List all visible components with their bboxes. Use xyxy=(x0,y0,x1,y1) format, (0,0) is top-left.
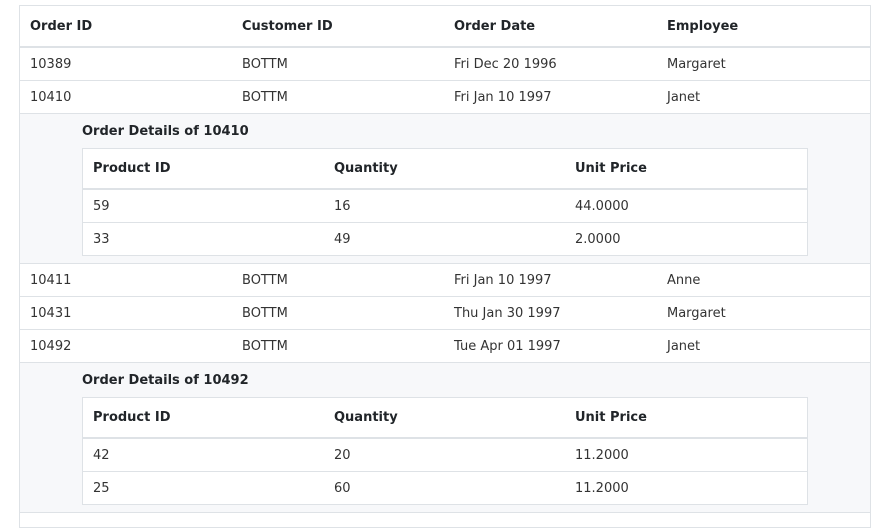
product-id-cell: 59 xyxy=(93,198,110,214)
order-detail-row: Order Details of 10492 Product ID Quanti… xyxy=(20,363,870,513)
employee-cell: Anne xyxy=(667,272,701,288)
orders-grid: Order ID Customer ID Order Date Employee… xyxy=(19,5,871,528)
header-quantity[interactable]: Quantity xyxy=(324,161,565,176)
header-product-id[interactable]: Product ID xyxy=(83,410,324,425)
detail-title: Order Details of 10492 xyxy=(82,373,249,388)
order-id-cell: 10389 xyxy=(30,56,72,72)
unit-price-cell: 44.0000 xyxy=(575,198,629,214)
header-employee[interactable]: Employee xyxy=(657,19,868,34)
order-date-cell: Fri Jan 10 1997 xyxy=(454,89,552,105)
header-product-id[interactable]: Product ID xyxy=(83,161,324,176)
order-date-cell: Tue Apr 01 1997 xyxy=(454,338,561,354)
product-id-cell: 25 xyxy=(93,480,110,496)
header-customer-id[interactable]: Customer ID xyxy=(232,19,444,34)
customer-id-cell: BOTTM xyxy=(242,89,288,105)
table-row[interactable]: 10431 BOTTM Thu Jan 30 1997 Margaret xyxy=(20,297,870,330)
detail-row[interactable]: 25 60 11.2000 xyxy=(83,472,807,505)
table-row[interactable]: 10389 BOTTM Fri Dec 20 1996 Margaret xyxy=(20,48,870,81)
employee-cell: Janet xyxy=(667,338,701,354)
order-date-cell: Thu Jan 30 1997 xyxy=(454,305,561,321)
customer-id-cell: BOTTM xyxy=(242,305,288,321)
detail-title: Order Details of 10410 xyxy=(82,124,249,139)
order-id-cell: 10410 xyxy=(30,89,72,105)
table-row[interactable]: 10411 BOTTM Fri Jan 10 1997 Anne xyxy=(20,264,870,297)
order-date-cell: Fri Dec 20 1996 xyxy=(454,56,557,72)
header-unit-price[interactable]: Unit Price xyxy=(565,161,805,176)
customer-id-cell: BOTTM xyxy=(242,272,288,288)
detail-row[interactable]: 42 20 11.2000 xyxy=(83,439,807,472)
customer-id-cell: BOTTM xyxy=(242,338,288,354)
table-row[interactable]: 10492 BOTTM Tue Apr 01 1997 Janet xyxy=(20,330,870,363)
detail-table: Product ID Quantity Unit Price 59 16 44.… xyxy=(82,148,808,256)
detail-table: Product ID Quantity Unit Price 42 20 11.… xyxy=(82,397,808,505)
quantity-cell: 60 xyxy=(334,480,351,496)
order-id-cell: 10431 xyxy=(30,305,72,321)
employee-cell: Margaret xyxy=(667,56,726,72)
quantity-cell: 16 xyxy=(334,198,351,214)
order-date-cell: Fri Jan 10 1997 xyxy=(454,272,552,288)
unit-price-cell: 11.2000 xyxy=(575,480,629,496)
quantity-cell: 49 xyxy=(334,231,351,247)
detail-row[interactable]: 33 49 2.0000 xyxy=(83,223,807,256)
table-row[interactable]: 10410 BOTTM Fri Jan 10 1997 Janet xyxy=(20,81,870,114)
employee-cell: Janet xyxy=(667,89,701,105)
quantity-cell: 20 xyxy=(334,447,351,463)
detail-header-row: Product ID Quantity Unit Price xyxy=(83,398,807,439)
table-row-partial xyxy=(20,513,870,528)
detail-row[interactable]: 59 16 44.0000 xyxy=(83,190,807,223)
order-detail-row: Order Details of 10410 Product ID Quanti… xyxy=(20,114,870,264)
product-id-cell: 33 xyxy=(93,231,110,247)
unit-price-cell: 11.2000 xyxy=(575,447,629,463)
order-id-cell: 10492 xyxy=(30,338,72,354)
product-id-cell: 42 xyxy=(93,447,110,463)
detail-header-row: Product ID Quantity Unit Price xyxy=(83,149,807,190)
header-quantity[interactable]: Quantity xyxy=(324,410,565,425)
employee-cell: Margaret xyxy=(667,305,726,321)
customer-id-cell: BOTTM xyxy=(242,56,288,72)
unit-price-cell: 2.0000 xyxy=(575,231,621,247)
header-order-id[interactable]: Order ID xyxy=(20,19,232,34)
order-id-cell: 10411 xyxy=(30,272,72,288)
header-order-date[interactable]: Order Date xyxy=(444,19,657,34)
header-unit-price[interactable]: Unit Price xyxy=(565,410,805,425)
grid-header-row: Order ID Customer ID Order Date Employee xyxy=(20,6,870,48)
